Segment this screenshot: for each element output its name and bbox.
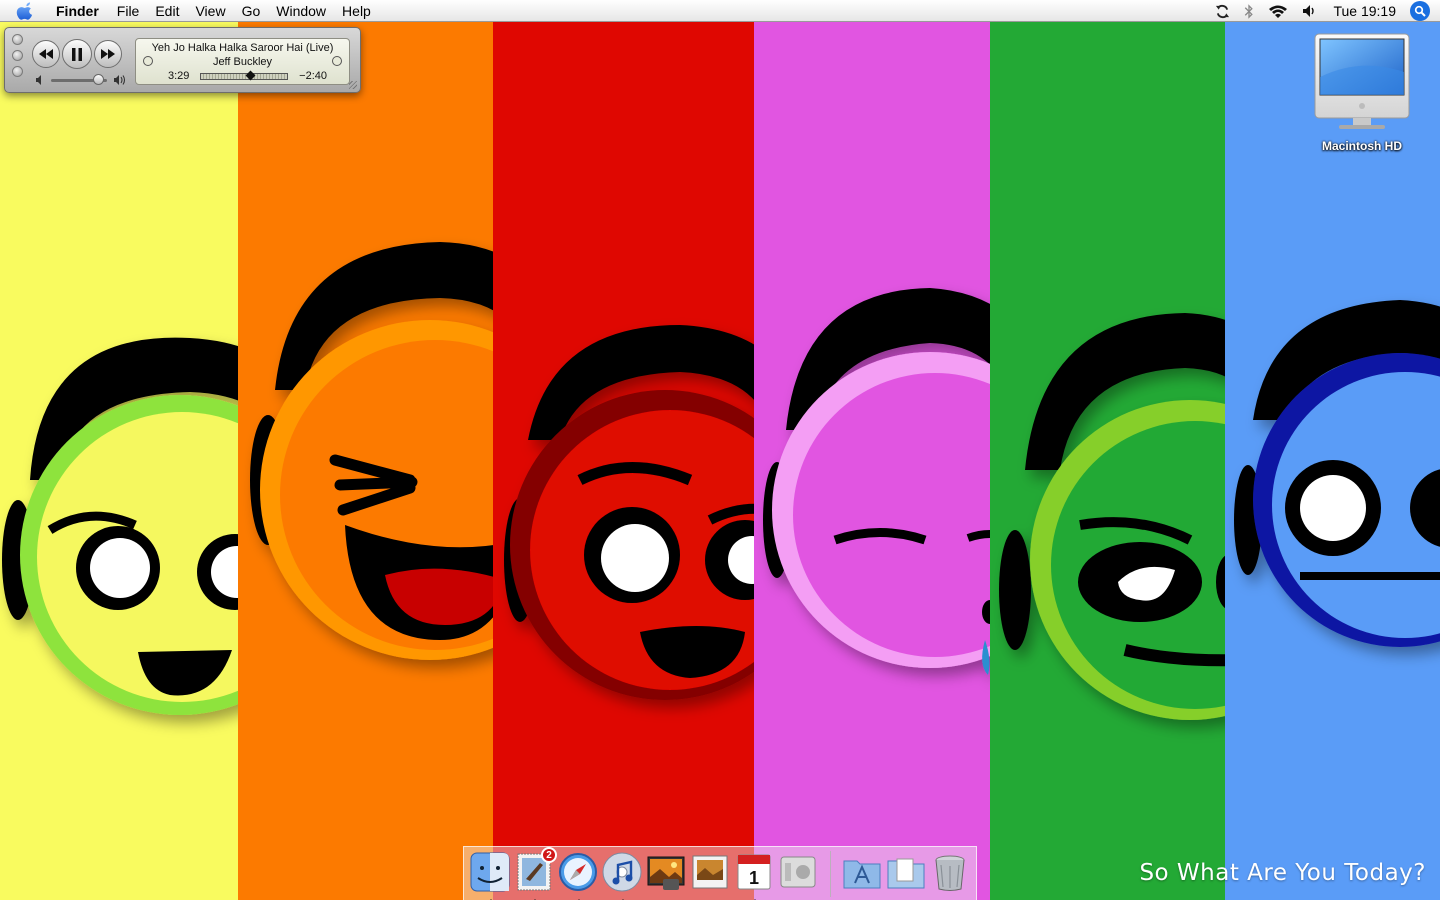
minimize-button[interactable] — [12, 50, 23, 61]
playback-progress-bar[interactable] — [200, 70, 288, 81]
system-preferences-icon — [780, 856, 816, 888]
song-title: Yeh Jo Halka Halka Saroor Hai (Live) — [151, 42, 334, 54]
volume-low-icon — [36, 75, 41, 85]
previous-track-button[interactable] — [32, 40, 60, 68]
menu-app-finder[interactable]: Finder — [48, 0, 107, 22]
apple-menu-icon[interactable] — [16, 1, 36, 20]
volume-icon[interactable] — [1302, 0, 1318, 22]
applications-folder-icon — [843, 860, 881, 889]
menu-go[interactable]: Go — [234, 0, 269, 22]
volume-slider[interactable] — [35, 74, 131, 86]
bluetooth-icon[interactable] — [1244, 0, 1254, 22]
dock-item-itunes[interactable] — [601, 851, 643, 900]
dock-item-mail[interactable]: 2 — [513, 847, 557, 900]
now-playing-display: Yeh Jo Halka Halka Saroor Hai (Live) Jef… — [135, 38, 350, 85]
ical-calendar-icon: 1 — [737, 854, 771, 890]
dock-item-system-preferences[interactable] — [777, 851, 819, 893]
fast-forward-icon — [101, 49, 115, 59]
pause-icon — [72, 47, 82, 61]
artist-name: Jeff Buckley — [212, 56, 273, 68]
imac-icon — [1314, 33, 1410, 129]
close-button[interactable] — [12, 34, 23, 45]
safari-compass-icon — [559, 853, 597, 891]
trash-icon — [935, 855, 965, 891]
remaining-time: −2:40 — [299, 70, 327, 82]
dock-item-safari[interactable] — [557, 851, 599, 900]
dock-item-documents-stack[interactable] — [885, 851, 927, 893]
volume-knob[interactable] — [93, 74, 105, 85]
dock-item-ical[interactable]: 1 — [733, 851, 775, 900]
finder-icon — [470, 852, 510, 892]
dock-item-applications-folder[interactable] — [841, 851, 883, 893]
desktop-icon-label: Macintosh HD — [1321, 139, 1402, 153]
dock-item-iphoto[interactable] — [645, 851, 687, 893]
playhead[interactable] — [245, 70, 255, 81]
menu-help[interactable]: Help — [334, 0, 379, 22]
menu-file[interactable]: File — [109, 0, 148, 22]
iphoto-icon — [647, 856, 685, 890]
zoom-button[interactable] — [12, 66, 23, 77]
itunes-mini-player: Yeh Jo Halka Halka Saroor Hai (Live) Jef… — [4, 27, 361, 93]
pause-button[interactable] — [62, 39, 92, 69]
resize-grip[interactable] — [349, 81, 357, 89]
next-track-button[interactable] — [94, 40, 122, 68]
window-controls — [12, 34, 23, 77]
dock-item-finder[interactable] — [469, 851, 511, 900]
itunes-cd-icon — [602, 852, 642, 892]
menu-window[interactable]: Window — [268, 0, 334, 22]
desktop-icon-macintosh-hd[interactable]: Macintosh HD — [1306, 32, 1418, 155]
preview-icon — [692, 855, 728, 889]
menu-edit[interactable]: Edit — [147, 0, 187, 22]
dock-item-preview[interactable] — [689, 851, 731, 893]
dock: 2 1 — [463, 846, 977, 900]
display-cycle-right-button[interactable] — [332, 56, 342, 66]
volume-high-icon — [114, 75, 126, 85]
menu-extras: Tue 19:19 — [1208, 0, 1440, 22]
wifi-icon[interactable] — [1268, 0, 1288, 22]
menu-bar: Finder File Edit View Go Window Help Tue… — [0, 0, 1440, 22]
svg-text:1: 1 — [749, 868, 759, 888]
dock-item-trash[interactable] — [929, 851, 971, 893]
dock-separator — [830, 851, 831, 897]
elapsed-time: 3:29 — [168, 70, 190, 82]
menu-view[interactable]: View — [187, 0, 233, 22]
spotlight-icon[interactable] — [1410, 1, 1430, 21]
sync-icon[interactable] — [1215, 0, 1230, 22]
wallpaper-tagline: So What Are You Today? — [1139, 860, 1426, 886]
desktop-wallpaper — [0, 0, 1440, 900]
documents-folder-icon — [887, 858, 925, 889]
menubar-clock[interactable]: Tue 19:19 — [1333, 3, 1396, 19]
mail-unread-badge: 2 — [541, 847, 557, 863]
rewind-icon — [39, 49, 53, 59]
